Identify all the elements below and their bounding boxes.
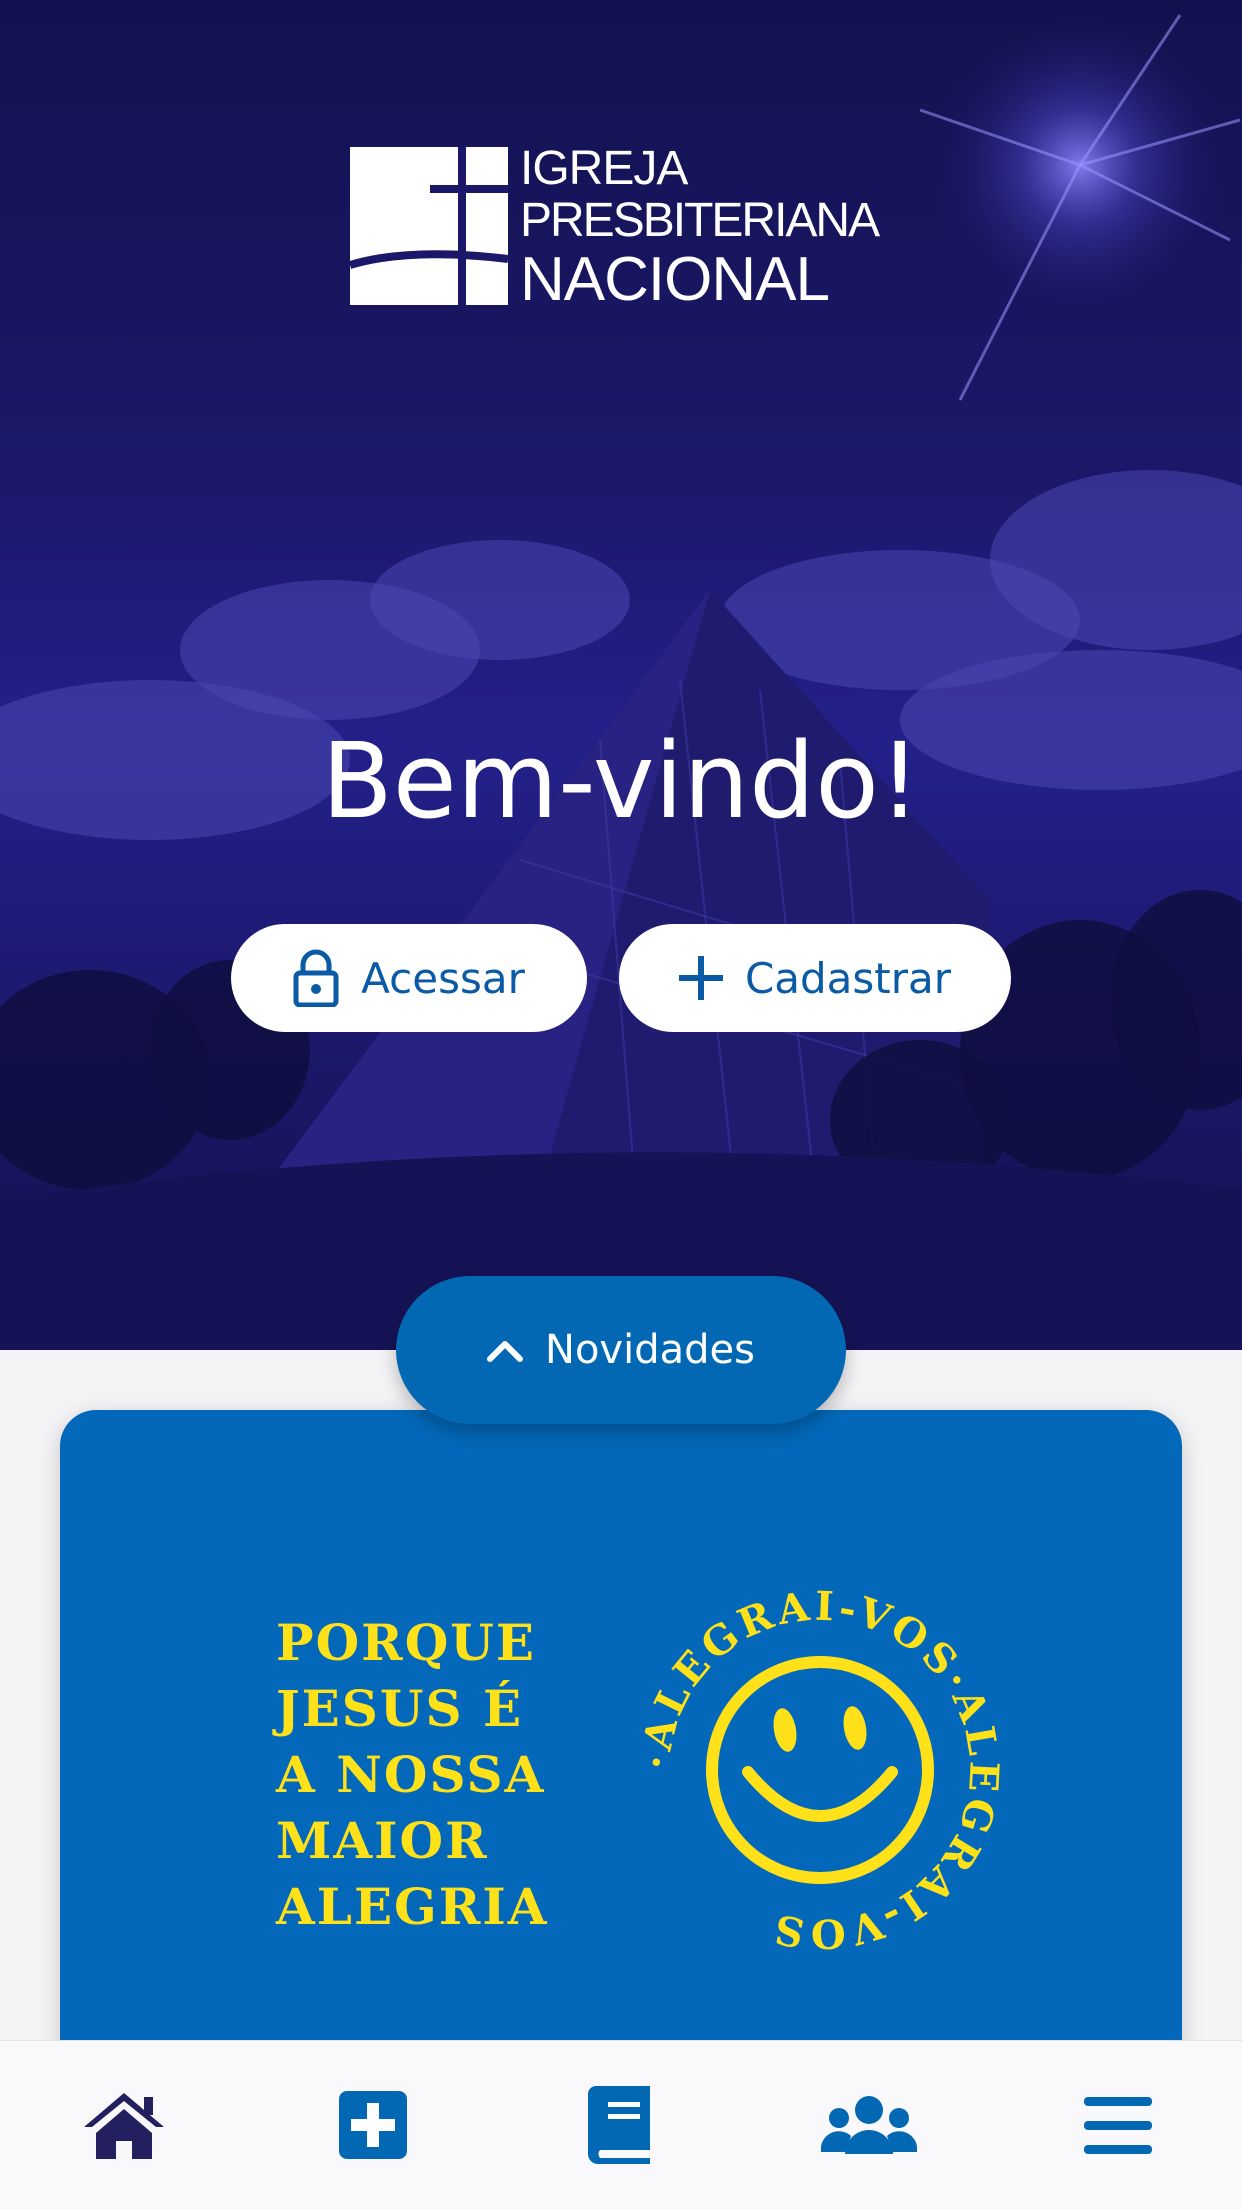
welcome-heading: Bem-vindo!: [321, 720, 921, 842]
news-toggle-button[interactable]: Novidades: [396, 1276, 846, 1424]
plus-icon: [678, 956, 723, 1000]
nav-community[interactable]: [809, 2065, 929, 2185]
bible-book-icon: [587, 2086, 650, 2164]
church-logo-mark: [350, 147, 509, 305]
register-button[interactable]: Cadastrar: [619, 924, 1011, 1032]
menu-icon: [1083, 2097, 1152, 2154]
medical-plus-icon: [338, 2091, 407, 2159]
headline-line: A NOSSA: [276, 1745, 546, 1804]
headline-line: ALEGRIA: [276, 1877, 549, 1936]
news-card[interactable]: PORQUE JESUS É A NOSSA MAIOR ALEGRIA ·AL…: [60, 1410, 1182, 2110]
lock-icon: [293, 949, 339, 1007]
community-users-icon: [821, 2096, 918, 2154]
news-toggle-label: Novidades: [545, 1327, 755, 1373]
nav-home[interactable]: [64, 2065, 184, 2185]
headline-line: MAIOR: [276, 1811, 489, 1870]
login-button-label: Acessar: [361, 953, 525, 1003]
bottom-navigation: [0, 2040, 1242, 2209]
headline-line: PORQUE: [276, 1613, 536, 1672]
church-logo: IGREJA PRESBITERIANA NACIONAL: [350, 142, 895, 314]
nav-bible[interactable]: [561, 2065, 681, 2185]
logo-line-1: IGREJA: [520, 142, 688, 195]
logo-line-3: NACIONAL: [520, 245, 830, 314]
logo-line-2: PRESBITERIANA: [520, 194, 880, 247]
chevron-up-icon: [487, 1338, 524, 1362]
register-button-label: Cadastrar: [744, 953, 952, 1003]
hero-banner: IGREJA PRESBITERIANA NACIONAL Bem-vindo!…: [0, 0, 1242, 1350]
ring-text: ·ALEGRAI-VOS·ALEGRAI-VOS: [640, 1590, 1000, 1950]
login-button[interactable]: Acessar: [231, 924, 587, 1032]
headline-line: JESUS É: [276, 1679, 524, 1738]
nav-menu[interactable]: [1058, 2065, 1178, 2185]
smiley-face-icon: ·ALEGRAI-VOS·ALEGRAI-VOS: [640, 1590, 1000, 1950]
svg-text:·ALEGRAI-VOS·ALEGRAI-VOS: ·ALEGRAI-VOS·ALEGRAI-VOS: [640, 1590, 1000, 1950]
nav-health[interactable]: [313, 2065, 433, 2185]
news-card-headline: PORQUE JESUS É A NOSSA MAIOR ALEGRIA: [276, 1610, 549, 1940]
home-icon: [84, 2093, 165, 2159]
